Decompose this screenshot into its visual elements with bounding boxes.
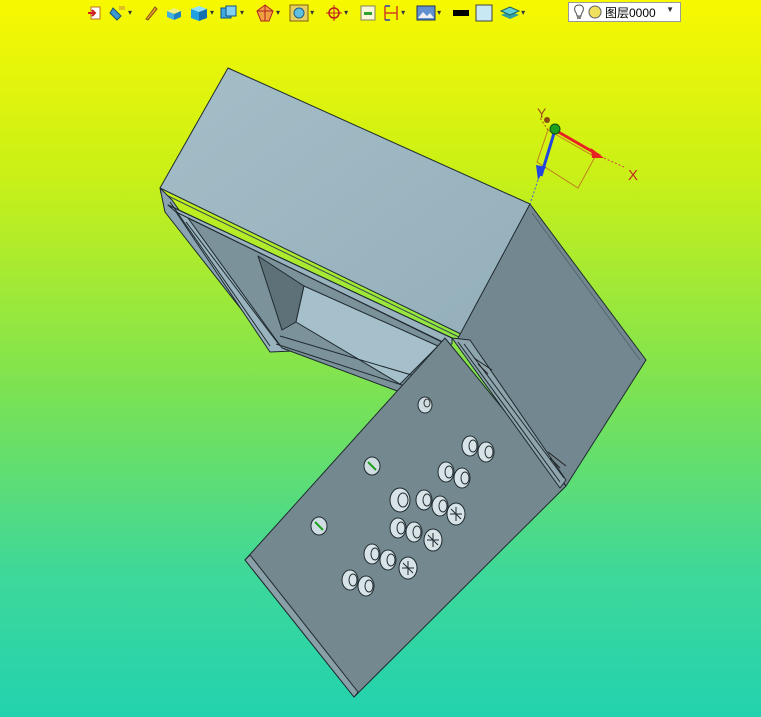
axis-x-label: X: [628, 167, 638, 184]
axis-y-label: Y: [537, 105, 547, 121]
indicator-light: [417, 396, 433, 414]
indicator-light: [310, 516, 328, 536]
3d-viewport[interactable]: X Y: [0, 0, 761, 717]
axis-triad[interactable]: X Y: [529, 105, 638, 205]
indicator-light: [363, 456, 381, 476]
